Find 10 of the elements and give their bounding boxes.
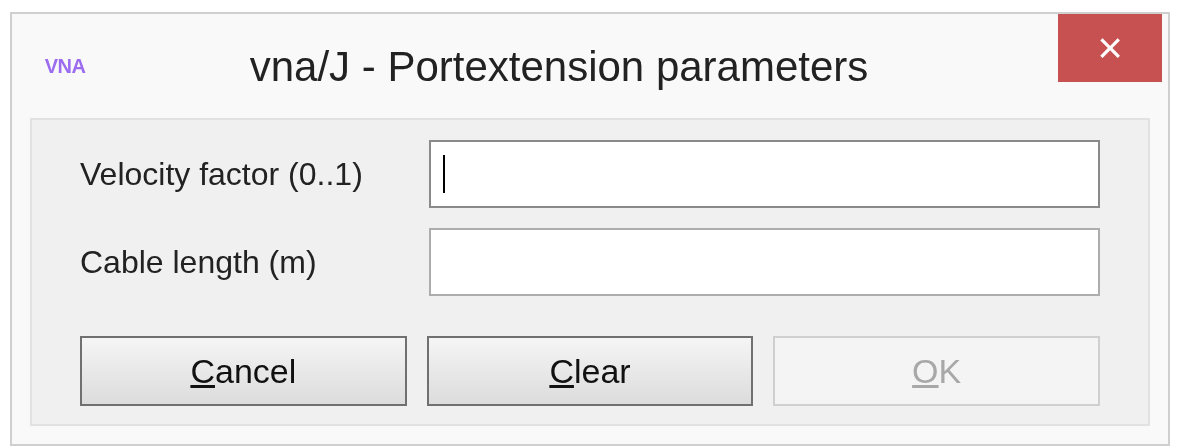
field-label: Cable length (m) [80, 243, 318, 282]
dialog-button[interactable]: Cancel [80, 336, 407, 406]
dialog-button[interactable]: Clear [426, 336, 754, 406]
field-label: Velocity factor (0..1) [80, 155, 364, 194]
app-logo-icon: VNA [40, 42, 90, 90]
window-title: vna/J - Portextension parameters [249, 41, 869, 92]
text-cursor [443, 155, 445, 193]
input-field[interactable] [429, 228, 1100, 296]
input-field[interactable] [429, 140, 1100, 208]
close-button[interactable]: × [1058, 14, 1162, 82]
